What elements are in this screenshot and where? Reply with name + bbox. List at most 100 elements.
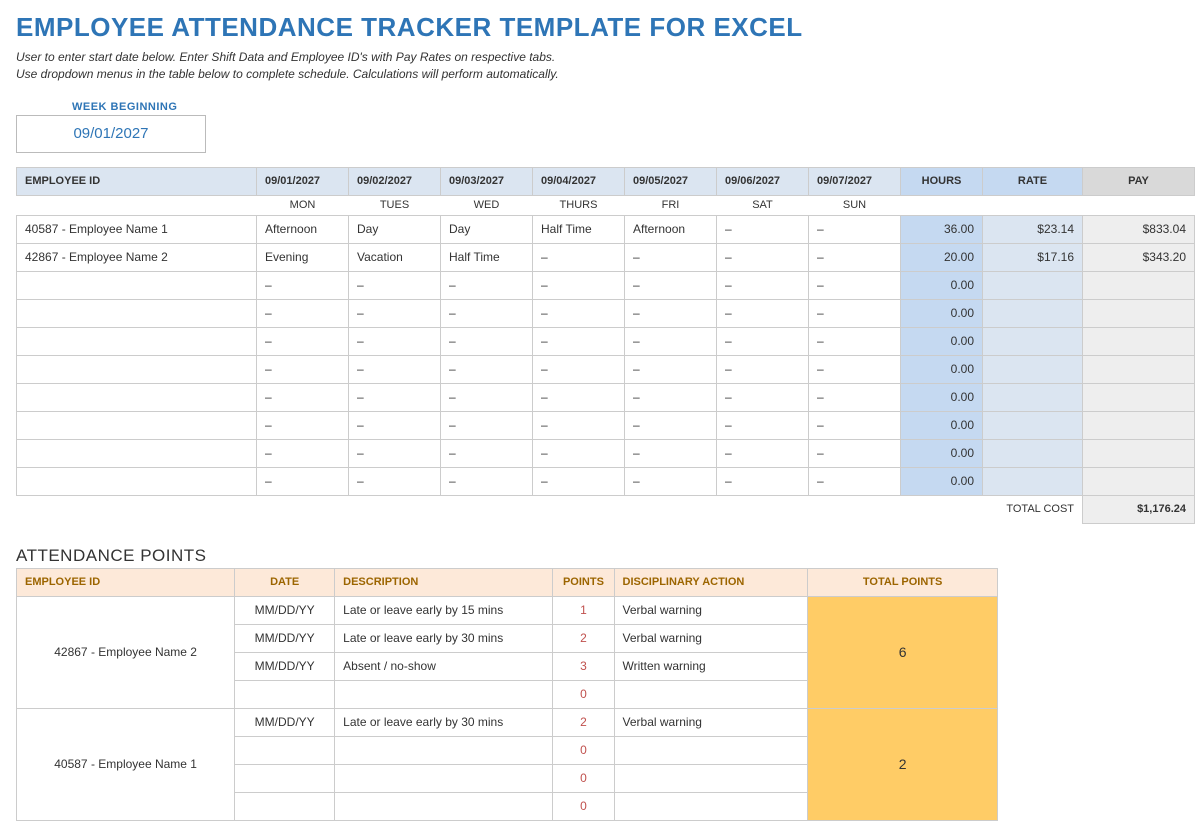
employee-cell[interactable] — [17, 383, 257, 411]
shift-cell[interactable]: – — [809, 215, 901, 243]
shift-cell[interactable]: – — [625, 411, 717, 439]
employee-cell[interactable] — [17, 271, 257, 299]
shift-cell[interactable]: – — [809, 411, 901, 439]
shift-cell[interactable]: – — [257, 383, 349, 411]
points-date-cell[interactable]: MM/DD/YY — [235, 708, 335, 736]
shift-cell[interactable]: – — [533, 383, 625, 411]
points-employee-cell[interactable]: 40587 - Employee Name 1 — [17, 708, 235, 820]
shift-cell[interactable]: – — [717, 411, 809, 439]
shift-cell[interactable]: – — [717, 271, 809, 299]
points-date-cell[interactable] — [235, 792, 335, 820]
points-date-cell[interactable] — [235, 736, 335, 764]
shift-cell[interactable]: – — [809, 243, 901, 271]
points-description-cell[interactable]: Late or leave early by 30 mins — [335, 624, 553, 652]
shift-cell[interactable]: – — [257, 299, 349, 327]
employee-cell[interactable] — [17, 439, 257, 467]
shift-cell[interactable]: – — [717, 299, 809, 327]
shift-cell[interactable]: – — [809, 439, 901, 467]
disciplinary-action-cell[interactable]: Written warning — [614, 652, 808, 680]
shift-cell[interactable]: – — [717, 439, 809, 467]
disciplinary-action-cell[interactable]: Verbal warning — [614, 624, 808, 652]
shift-cell[interactable]: – — [717, 467, 809, 495]
shift-cell[interactable]: Afternoon — [257, 215, 349, 243]
shift-cell[interactable]: – — [625, 243, 717, 271]
employee-cell[interactable] — [17, 467, 257, 495]
shift-cell[interactable]: – — [717, 327, 809, 355]
employee-cell[interactable]: 42867 - Employee Name 2 — [17, 243, 257, 271]
points-description-cell[interactable]: Late or leave early by 15 mins — [335, 596, 553, 624]
employee-cell[interactable] — [17, 327, 257, 355]
disciplinary-action-cell[interactable]: Verbal warning — [614, 596, 808, 624]
shift-cell[interactable]: – — [533, 467, 625, 495]
shift-cell[interactable]: Half Time — [441, 243, 533, 271]
shift-cell[interactable]: – — [349, 439, 441, 467]
shift-cell[interactable]: – — [533, 299, 625, 327]
shift-cell[interactable]: – — [257, 271, 349, 299]
shift-cell[interactable]: – — [809, 299, 901, 327]
points-date-cell[interactable]: MM/DD/YY — [235, 652, 335, 680]
shift-cell[interactable]: – — [809, 271, 901, 299]
shift-cell[interactable]: – — [349, 327, 441, 355]
shift-cell[interactable]: Day — [441, 215, 533, 243]
points-description-cell[interactable] — [335, 680, 553, 708]
points-date-cell[interactable] — [235, 680, 335, 708]
shift-cell[interactable]: – — [533, 243, 625, 271]
shift-cell[interactable]: – — [809, 327, 901, 355]
employee-cell[interactable] — [17, 299, 257, 327]
shift-cell[interactable]: – — [441, 467, 533, 495]
shift-cell[interactable]: Half Time — [533, 215, 625, 243]
employee-cell[interactable]: 40587 - Employee Name 1 — [17, 215, 257, 243]
shift-cell[interactable]: – — [625, 327, 717, 355]
shift-cell[interactable]: – — [717, 383, 809, 411]
shift-cell[interactable]: – — [349, 467, 441, 495]
shift-cell[interactable]: – — [257, 327, 349, 355]
shift-cell[interactable]: – — [717, 355, 809, 383]
disciplinary-action-cell[interactable] — [614, 764, 808, 792]
shift-cell[interactable]: – — [349, 299, 441, 327]
shift-cell[interactable]: – — [625, 439, 717, 467]
shift-cell[interactable]: – — [625, 299, 717, 327]
shift-cell[interactable]: – — [441, 355, 533, 383]
points-description-cell[interactable] — [335, 792, 553, 820]
shift-cell[interactable]: – — [533, 327, 625, 355]
disciplinary-action-cell[interactable] — [614, 680, 808, 708]
points-date-cell[interactable] — [235, 764, 335, 792]
employee-cell[interactable] — [17, 355, 257, 383]
points-date-cell[interactable]: MM/DD/YY — [235, 624, 335, 652]
disciplinary-action-cell[interactable] — [614, 736, 808, 764]
disciplinary-action-cell[interactable]: Verbal warning — [614, 708, 808, 736]
employee-cell[interactable] — [17, 411, 257, 439]
shift-cell[interactable]: – — [533, 355, 625, 383]
shift-cell[interactable]: – — [533, 411, 625, 439]
shift-cell[interactable]: – — [625, 271, 717, 299]
shift-cell[interactable]: – — [441, 383, 533, 411]
week-beginning-input[interactable]: 09/01/2027 — [16, 115, 206, 153]
shift-cell[interactable]: – — [257, 411, 349, 439]
shift-cell[interactable]: – — [441, 271, 533, 299]
shift-cell[interactable]: – — [441, 439, 533, 467]
shift-cell[interactable]: – — [533, 439, 625, 467]
shift-cell[interactable]: – — [809, 383, 901, 411]
shift-cell[interactable]: – — [717, 215, 809, 243]
shift-cell[interactable]: – — [625, 355, 717, 383]
shift-cell[interactable]: – — [257, 439, 349, 467]
points-employee-cell[interactable]: 42867 - Employee Name 2 — [17, 596, 235, 708]
shift-cell[interactable]: – — [257, 355, 349, 383]
shift-cell[interactable]: Day — [349, 215, 441, 243]
shift-cell[interactable]: – — [441, 411, 533, 439]
shift-cell[interactable]: Evening — [257, 243, 349, 271]
shift-cell[interactable]: – — [809, 467, 901, 495]
shift-cell[interactable]: – — [717, 243, 809, 271]
shift-cell[interactable]: – — [349, 383, 441, 411]
shift-cell[interactable]: Vacation — [349, 243, 441, 271]
disciplinary-action-cell[interactable] — [614, 792, 808, 820]
shift-cell[interactable]: – — [625, 383, 717, 411]
points-description-cell[interactable] — [335, 764, 553, 792]
shift-cell[interactable]: – — [349, 355, 441, 383]
shift-cell[interactable]: Afternoon — [625, 215, 717, 243]
shift-cell[interactable]: – — [625, 467, 717, 495]
points-date-cell[interactable]: MM/DD/YY — [235, 596, 335, 624]
shift-cell[interactable]: – — [441, 299, 533, 327]
shift-cell[interactable]: – — [349, 271, 441, 299]
shift-cell[interactable]: – — [349, 411, 441, 439]
